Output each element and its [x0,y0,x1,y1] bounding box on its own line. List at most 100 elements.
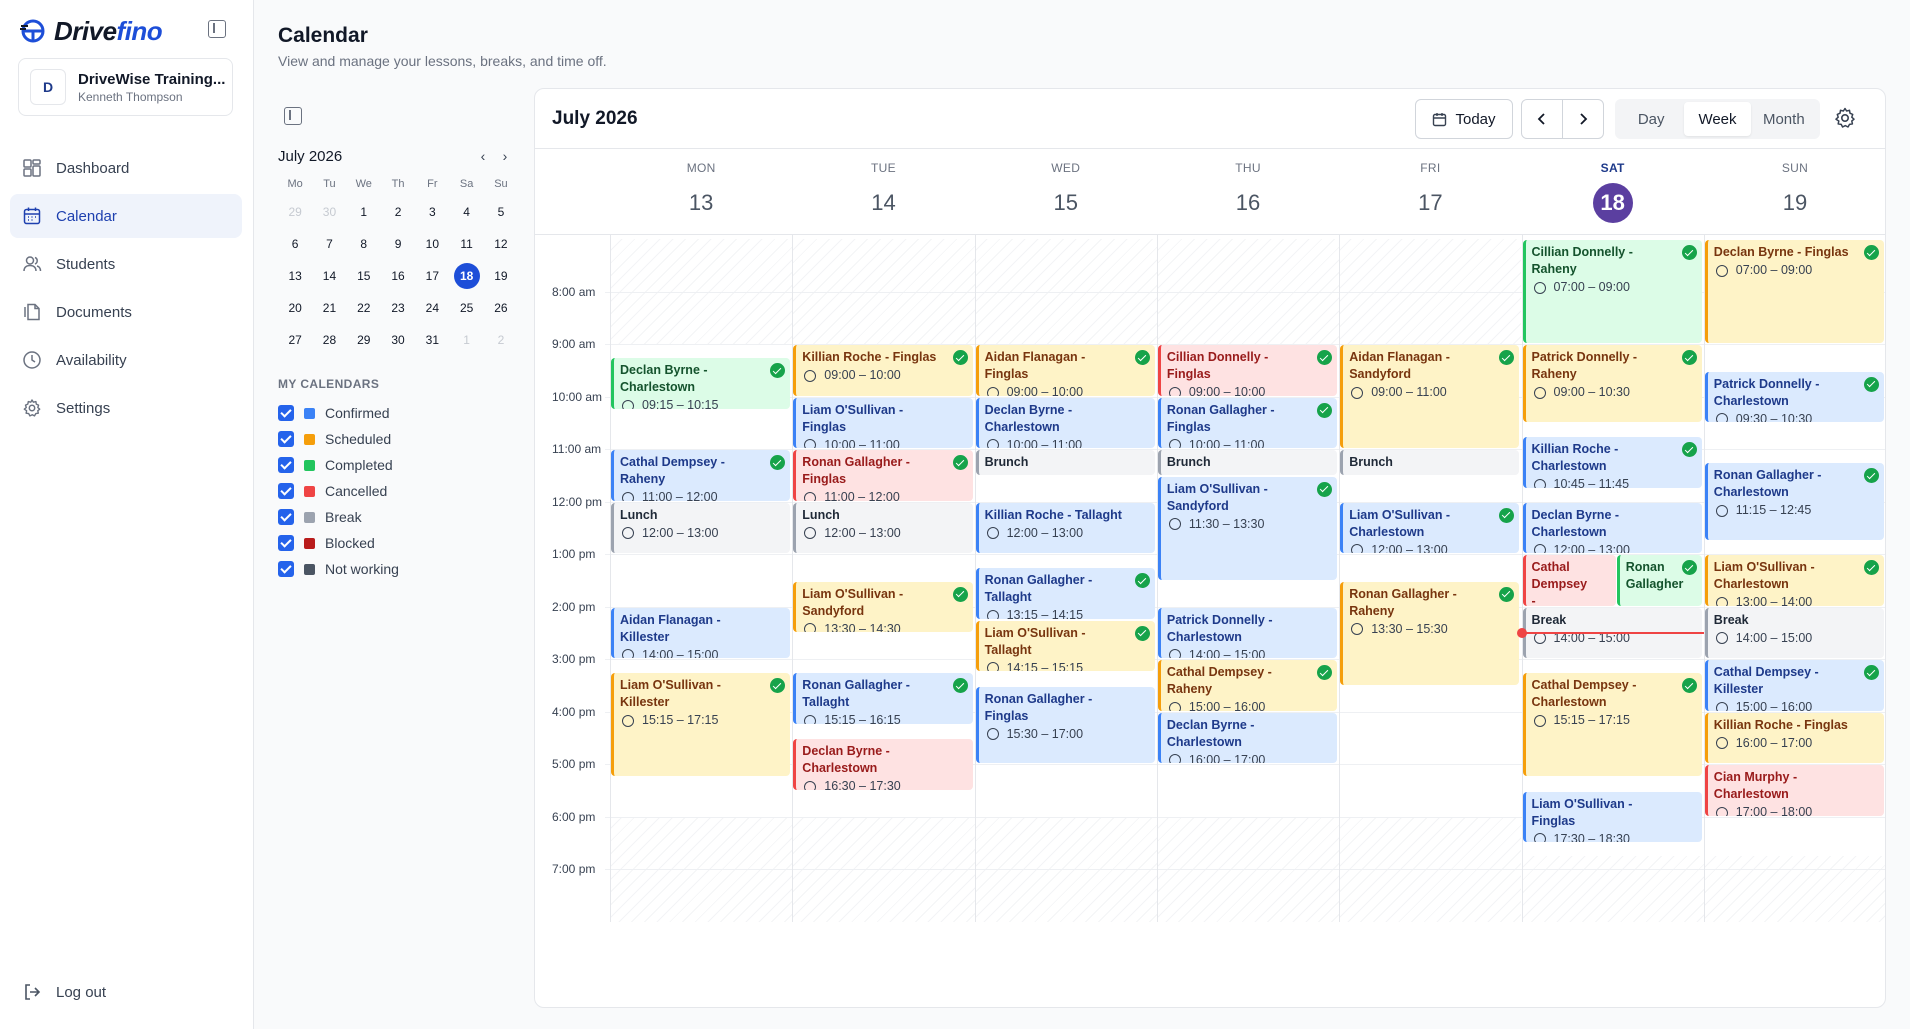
break-event[interactable]: Lunch 12:00 – 13:00 [793,502,973,554]
lesson-event[interactable]: Patrick Donnelly - Charlestown 09:30 – 10… [1704,371,1885,422]
mini-day[interactable]: 10 [415,228,449,260]
mini-day[interactable]: 20 [278,292,312,324]
lesson-event[interactable]: Declan Byrne - Charlestown 09:15 – 10:15 [611,358,791,409]
view-day-button[interactable]: Day [1618,102,1684,136]
prev-week-button[interactable] [1521,99,1563,139]
break-event[interactable]: Brunch [1340,450,1520,475]
lesson-event[interactable]: Patrick Donnelly - Raheny 09:00 – 10:30 [1522,345,1702,422]
break-event[interactable]: Break 14:00 – 15:00 [1704,607,1885,659]
mini-day[interactable]: 30 [381,324,415,356]
mini-day[interactable]: 27 [278,324,312,356]
lesson-event[interactable]: Ronan Gallagher - Tallaght 15:15 – 16:15 [793,673,973,724]
day-header-thu[interactable]: THU 16 [1157,149,1339,231]
mini-next-chevron-icon[interactable]: › [496,146,514,166]
mini-day[interactable]: 5 [484,196,518,228]
today-button[interactable]: Today [1415,99,1513,139]
lesson-event[interactable]: Liam O'Sullivan - Sandyford 13:30 – 14:30 [793,581,973,632]
lesson-event[interactable]: Aidan Flanagan - Killester 14:00 – 15:00 [611,607,791,659]
lesson-event[interactable]: Killian Roche - Finglas 16:00 – 17:00 [1704,712,1885,764]
mini-day[interactable]: 1 [449,324,483,356]
calendar-filter-confirmed[interactable]: Confirmed [278,400,399,426]
mini-day[interactable]: 26 [484,292,518,324]
calendar-filter-break[interactable]: Break [278,504,399,530]
lesson-event[interactable]: Declan Byrne - Charlestown 10:00 – 11:00 [975,397,1155,449]
lesson-event[interactable]: Ronan Gallagher - Raheny 13:30 – 15:30 [1340,581,1520,685]
lesson-event[interactable]: Killian Roche - Tallaght 12:00 – 13:00 [975,502,1155,554]
calendar-filter-not-working[interactable]: Not working [278,556,399,582]
lesson-event[interactable]: Cian Murphy - Charlestown 17:00 – 18:00 [1704,765,1885,816]
lesson-event[interactable]: Ronan Gallagher - Finglas 15:30 – 17:00 [975,686,1155,764]
mini-day[interactable]: 4 [449,196,483,228]
mini-day[interactable]: 3 [415,196,449,228]
lesson-event[interactable]: Declan Byrne - Finglas 07:00 – 09:00 [1704,240,1885,344]
sidebar-item-documents[interactable]: Documents [10,290,242,334]
lesson-event[interactable]: Liam O'Sullivan - Finglas 10:00 – 11:00 [793,397,973,449]
mini-day[interactable]: 14 [312,260,346,292]
lesson-event[interactable]: Cathal Dempsey - Raheny 15:00 – 16:00 [1157,660,1338,711]
lesson-event[interactable]: Cathal Dempsey - Killester 15:00 – 16:00 [1704,660,1885,711]
panel-collapse-icon[interactable] [284,107,302,125]
sidebar-collapse-icon[interactable] [208,20,226,38]
break-event[interactable]: Brunch [975,450,1155,475]
break-event[interactable]: Brunch [1157,450,1338,475]
lesson-event[interactable]: Cathal Dempsey - Raheny 11:00 – 12:00 [611,450,791,501]
lesson-event[interactable]: Aidan Flanagan - Sandyford 09:00 – 11:00 [1340,345,1520,449]
sidebar-item-availability[interactable]: Availability [10,338,242,382]
next-week-button[interactable] [1562,99,1604,139]
day-header-mon[interactable]: MON 13 [610,149,792,231]
calendar-filter-completed[interactable]: Completed [278,452,399,478]
sidebar-item-settings[interactable]: Settings [10,386,242,430]
org-switcher[interactable]: D DriveWise Training... Kenneth Thompson [18,58,233,116]
lesson-event[interactable]: Liam O'Sullivan - Killester 15:15 – 17:15 [611,673,791,777]
mini-day[interactable]: 30 [312,196,346,228]
day-header-fri[interactable]: FRI 17 [1339,149,1521,231]
sidebar-item-calendar[interactable]: Calendar [10,194,242,238]
brand-logo[interactable]: Drivefino [20,16,163,46]
lesson-event[interactable]: Cillian Donnelly - Raheny 07:00 – 09:00 [1522,240,1702,344]
mini-day[interactable]: 11 [449,228,483,260]
day-header-sat[interactable]: SAT 18 [1522,149,1704,231]
break-event[interactable]: Lunch 12:00 – 13:00 [611,502,791,554]
mini-day[interactable]: 21 [312,292,346,324]
lesson-event[interactable]: Liam O'Sullivan - Sandyford 11:30 – 13:30 [1157,476,1338,580]
mini-day[interactable]: 23 [381,292,415,324]
lesson-event[interactable]: Patrick Donnelly - Charlestown 14:00 – 15… [1157,607,1338,659]
mini-day[interactable]: 6 [278,228,312,260]
mini-day[interactable]: 24 [415,292,449,324]
mini-day[interactable]: 17 [415,260,449,292]
lesson-event[interactable]: Ronan Gallagher [1616,555,1702,606]
checkbox-checked[interactable] [278,483,294,499]
mini-prev-chevron-icon[interactable]: ‹ [474,146,492,166]
lesson-event[interactable]: Cathal Dempsey - Charlestown 15:15 – 17:1… [1522,673,1702,777]
lesson-event[interactable]: Ronan Gallagher - Finglas 10:00 – 11:00 [1157,397,1338,449]
mini-day[interactable]: 15 [347,260,381,292]
calendar-settings-gear-icon[interactable] [1833,106,1857,130]
lesson-event[interactable]: Aidan Flanagan - Finglas 09:00 – 10:00 [975,345,1155,396]
day-header-tue[interactable]: TUE 14 [792,149,974,231]
day-header-wed[interactable]: WED 15 [975,149,1157,231]
lesson-event[interactable]: Cathal Dempsey - Charlestown13:00 – 14:0… [1522,555,1616,606]
view-week-button[interactable]: Week [1684,102,1751,136]
calendar-filter-cancelled[interactable]: Cancelled [278,478,399,504]
lesson-event[interactable]: Killian Roche - Charlestown 10:45 – 11:45 [1522,437,1702,488]
mini-day[interactable]: 9 [381,228,415,260]
logout-button[interactable]: Log out [22,982,106,1002]
checkbox-checked[interactable] [278,431,294,447]
checkbox-checked[interactable] [278,561,294,577]
mini-day[interactable]: 25 [449,292,483,324]
lesson-event[interactable]: Killian Roche - Finglas 09:00 – 10:00 [793,345,973,396]
mini-day[interactable]: 8 [347,228,381,260]
mini-day[interactable]: 19 [484,260,518,292]
checkbox-checked[interactable] [278,405,294,421]
lesson-event[interactable]: Liam O'Sullivan - Finglas 17:30 – 18:30 [1522,791,1702,842]
lesson-event[interactable]: Declan Byrne - Charlestown 12:00 – 13:00 [1522,502,1702,554]
lesson-event[interactable]: Ronan Gallagher - Tallaght 13:15 – 14:15 [975,568,1155,619]
lesson-event[interactable]: Declan Byrne - Charlestown 16:30 – 17:30 [793,739,973,790]
lesson-event[interactable]: Ronan Gallagher - Finglas 11:00 – 12:00 [793,450,973,501]
mini-day[interactable]: 29 [278,196,312,228]
lesson-event[interactable]: Liam O'Sullivan - Tallaght 14:15 – 15:15 [975,620,1155,672]
lesson-event[interactable]: Cillian Donnelly - Finglas 09:00 – 10:00 [1157,345,1338,396]
view-month-button[interactable]: Month [1751,102,1817,136]
checkbox-checked[interactable] [278,535,294,551]
mini-day[interactable]: 13 [278,260,312,292]
